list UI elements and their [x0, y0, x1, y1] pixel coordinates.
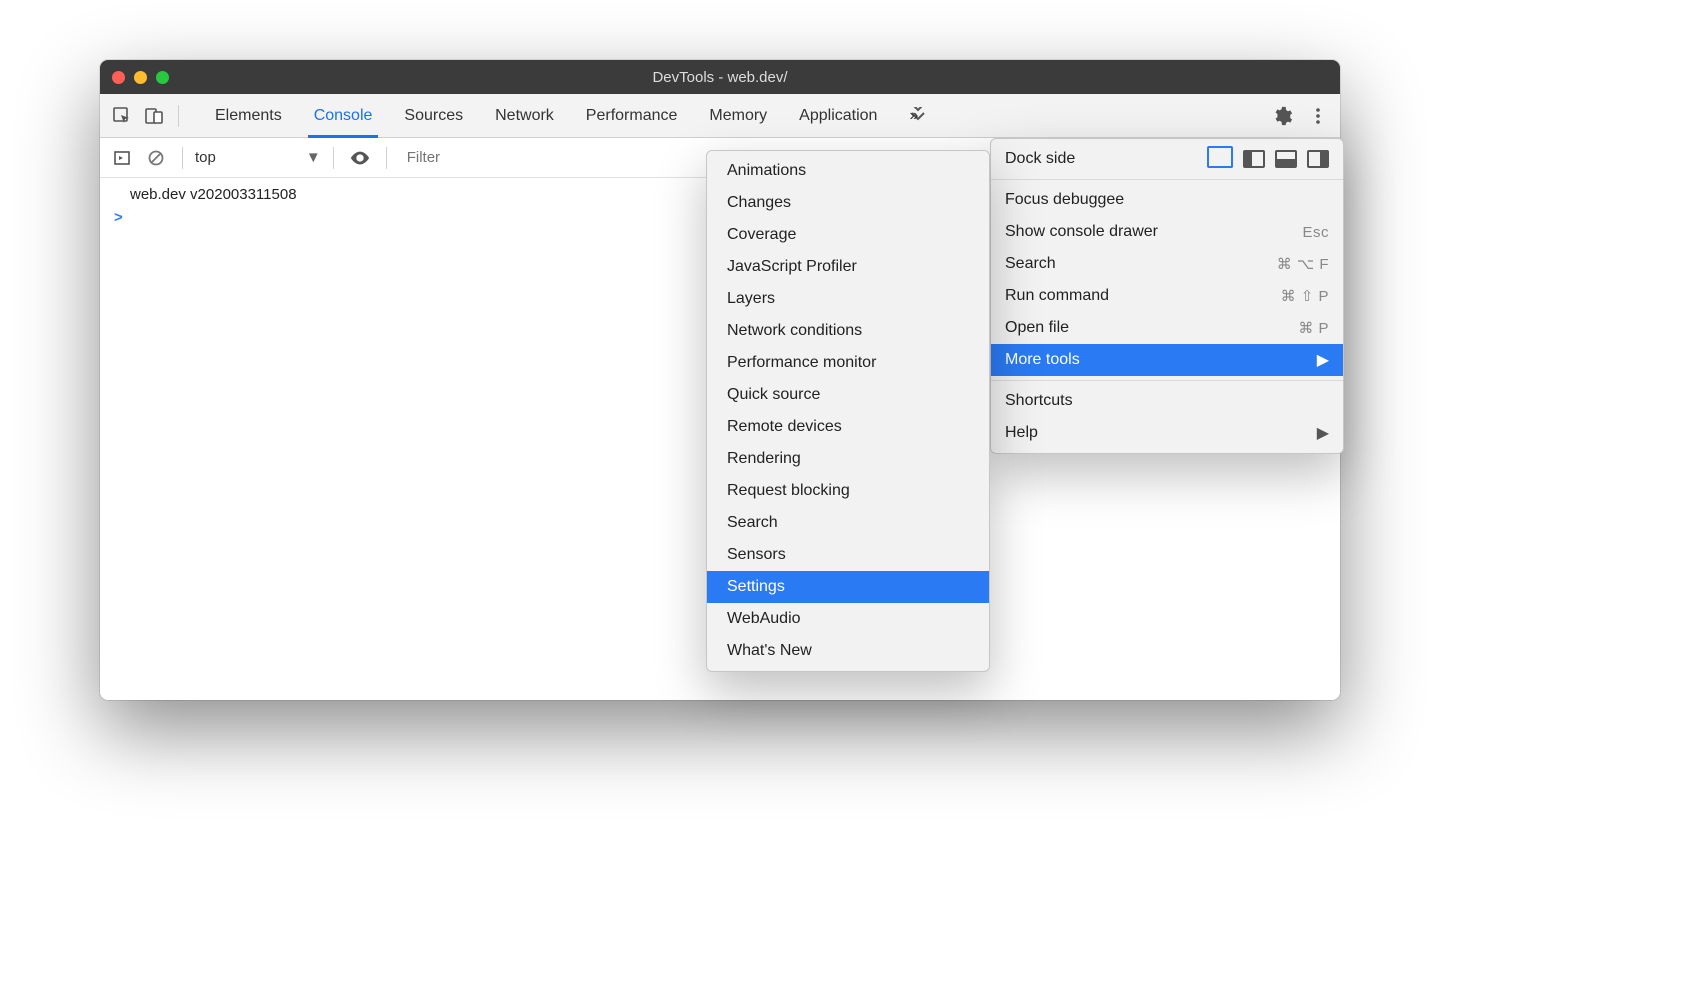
menu-open-file[interactable]: Open file ⌘ P — [991, 312, 1343, 344]
tab-sources[interactable]: Sources — [388, 94, 479, 137]
submenu-request-blocking[interactable]: Request blocking — [707, 475, 989, 507]
toolbar-divider — [182, 147, 183, 169]
submenu-arrow-icon: ▶ — [1317, 350, 1329, 370]
tab-console[interactable]: Console — [298, 94, 389, 137]
close-window-button[interactable] — [112, 71, 125, 84]
settings-gear-icon[interactable] — [1268, 102, 1296, 130]
submenu-layers[interactable]: Layers — [707, 283, 989, 315]
toggle-device-toolbar-icon[interactable] — [140, 102, 168, 130]
submenu-quick-source[interactable]: Quick source — [707, 379, 989, 411]
menu-item-shortcut: ⌘ ⌥ F — [1277, 255, 1329, 273]
tab-network[interactable]: Network — [479, 94, 570, 137]
zoom-window-button[interactable] — [156, 71, 169, 84]
devtools-window: DevTools - web.dev/ Elements Console Sou… — [100, 60, 1340, 700]
dock-undock-icon[interactable] — [1211, 150, 1233, 168]
menu-item-shortcut: ⌘ P — [1298, 319, 1329, 337]
tab-memory[interactable]: Memory — [693, 94, 783, 137]
menu-item-label: More tools — [1005, 351, 1080, 369]
toolbar-divider — [178, 105, 179, 127]
dock-bottom-icon[interactable] — [1275, 150, 1297, 168]
menu-item-label: Help — [1005, 424, 1038, 442]
submenu-whats-new[interactable]: What's New — [707, 635, 989, 667]
main-toolbar: Elements Console Sources Network Perform… — [100, 94, 1340, 138]
chevron-down-icon: ▼ — [306, 149, 321, 166]
menu-item-label: Open file — [1005, 319, 1069, 337]
submenu-sensors[interactable]: Sensors — [707, 539, 989, 571]
menu-item-label: Shortcuts — [1005, 392, 1073, 410]
window-controls — [112, 71, 169, 84]
submenu-coverage[interactable]: Coverage — [707, 219, 989, 251]
dock-left-icon[interactable] — [1243, 150, 1265, 168]
dock-side-options — [1211, 150, 1329, 168]
menu-item-shortcut: Esc — [1302, 224, 1329, 241]
dock-right-icon[interactable] — [1307, 150, 1329, 168]
menu-separator — [991, 380, 1343, 381]
submenu-search[interactable]: Search — [707, 507, 989, 539]
console-sidebar-toggle-icon[interactable] — [108, 144, 136, 172]
toolbar-divider — [386, 147, 387, 169]
minimize-window-button[interactable] — [134, 71, 147, 84]
toolbar-divider — [333, 147, 334, 169]
live-expression-eye-icon[interactable] — [346, 144, 374, 172]
submenu-settings[interactable]: Settings — [707, 571, 989, 603]
clear-console-icon[interactable] — [142, 144, 170, 172]
dock-side-label: Dock side — [1005, 150, 1075, 168]
menu-item-label: Show console drawer — [1005, 223, 1158, 241]
inspect-element-icon[interactable] — [108, 102, 136, 130]
filter-input[interactable] — [399, 143, 639, 172]
main-menu: Dock side Focus debuggee Show console dr… — [990, 138, 1344, 454]
submenu-animations[interactable]: Animations — [707, 155, 989, 187]
execution-context-selector[interactable]: top ▼ — [195, 149, 321, 166]
dock-side-row: Dock side — [991, 143, 1343, 175]
menu-help[interactable]: Help ▶ — [991, 417, 1343, 449]
menu-shortcuts[interactable]: Shortcuts — [991, 385, 1343, 417]
submenu-webaudio[interactable]: WebAudio — [707, 603, 989, 635]
submenu-network-conditions[interactable]: Network conditions — [707, 315, 989, 347]
menu-separator — [991, 179, 1343, 180]
submenu-changes[interactable]: Changes — [707, 187, 989, 219]
panel-tabs: Elements Console Sources Network Perform… — [199, 94, 934, 137]
menu-item-label: Run command — [1005, 287, 1109, 305]
submenu-javascript-profiler[interactable]: JavaScript Profiler — [707, 251, 989, 283]
tab-application[interactable]: Application — [783, 94, 893, 137]
menu-focus-debuggee[interactable]: Focus debuggee — [991, 184, 1343, 216]
menu-item-label: Search — [1005, 255, 1056, 273]
menu-item-label: Focus debuggee — [1005, 191, 1124, 209]
submenu-performance-monitor[interactable]: Performance monitor — [707, 347, 989, 379]
submenu-rendering[interactable]: Rendering — [707, 443, 989, 475]
tab-performance[interactable]: Performance — [570, 94, 694, 137]
submenu-arrow-icon: ▶ — [1317, 423, 1329, 443]
menu-run-command[interactable]: Run command ⌘ ⇧ P — [991, 280, 1343, 312]
window-title: DevTools - web.dev/ — [100, 69, 1340, 86]
menu-show-console-drawer[interactable]: Show console drawer Esc — [991, 216, 1343, 248]
menu-search[interactable]: Search ⌘ ⌥ F — [991, 248, 1343, 280]
more-tools-submenu: Animations Changes Coverage JavaScript P… — [706, 150, 990, 672]
submenu-remote-devices[interactable]: Remote devices — [707, 411, 989, 443]
menu-more-tools[interactable]: More tools ▶ — [991, 344, 1343, 376]
kebab-menu-icon[interactable] — [1304, 102, 1332, 130]
tabs-overflow-button[interactable]: » — [893, 94, 934, 137]
titlebar: DevTools - web.dev/ — [100, 60, 1340, 94]
menu-item-shortcut: ⌘ ⇧ P — [1281, 287, 1329, 305]
context-value: top — [195, 149, 216, 166]
tab-elements[interactable]: Elements — [199, 94, 298, 137]
